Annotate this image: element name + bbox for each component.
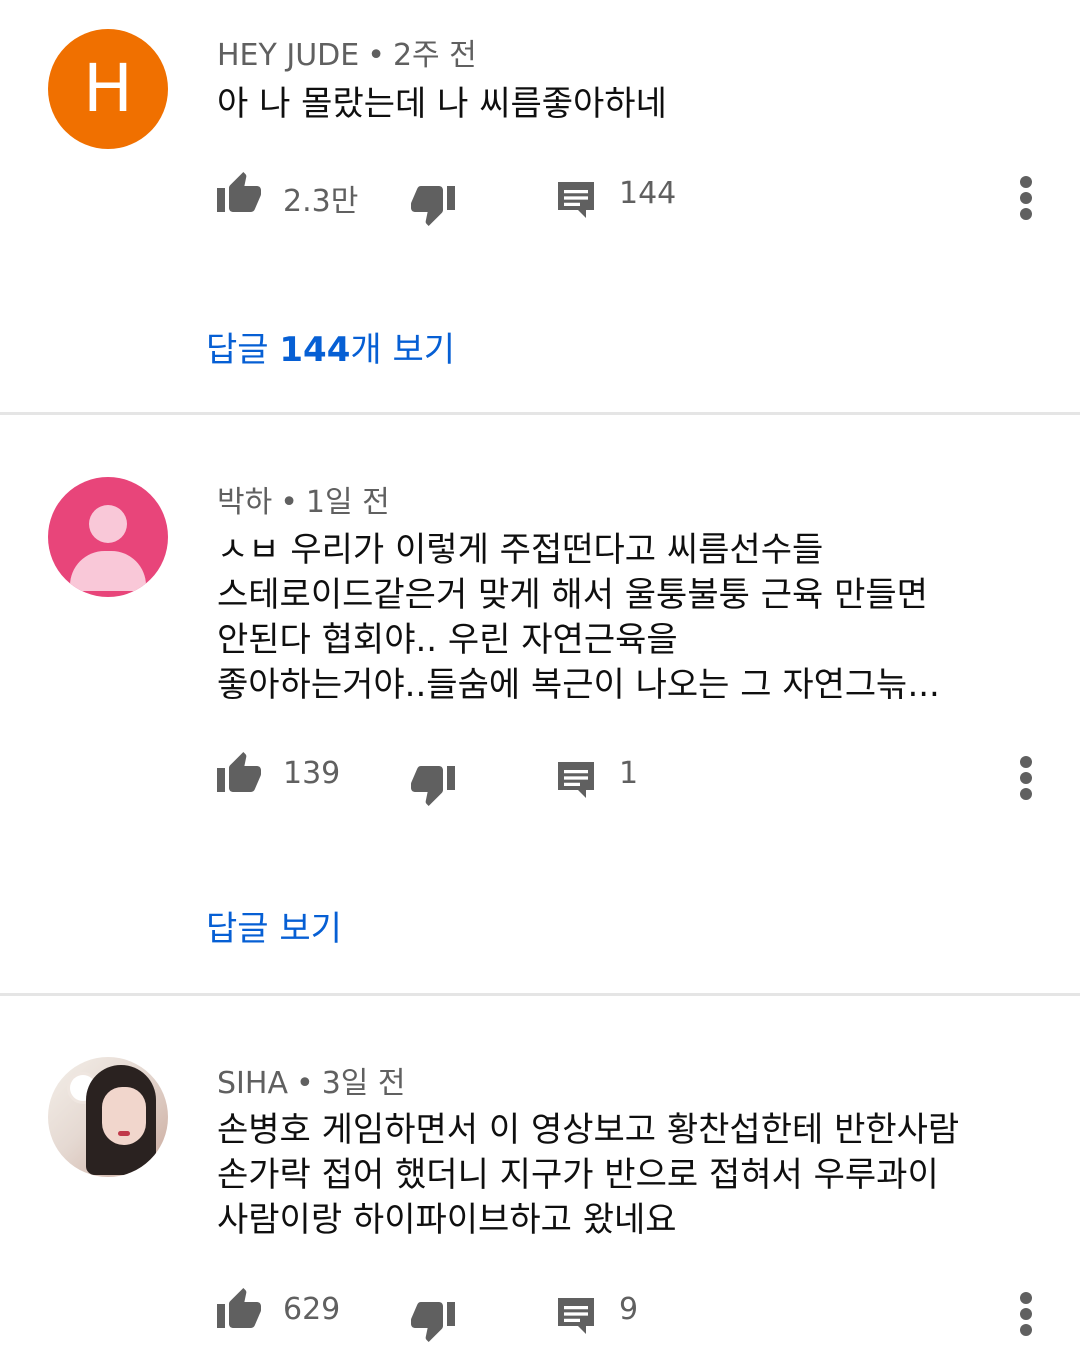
author-name[interactable]: 박하 [217, 485, 272, 520]
author-avatar[interactable]: H [48, 29, 168, 149]
thumb-up-icon[interactable] [215, 170, 263, 218]
view-replies-prefix: 답글 [206, 330, 280, 370]
avatar-body [70, 551, 146, 591]
thumb-down-icon[interactable] [409, 760, 457, 808]
view-replies-link[interactable]: 답글 144개 보기 [206, 322, 455, 371]
thumb-down-icon[interactable] [409, 1296, 457, 1344]
author-name[interactable]: SIHA [217, 1066, 288, 1101]
comment-actions: 629 9 [0, 1286, 1080, 1346]
reply-count: 9 [619, 1292, 639, 1327]
comment-meta: HEY JUDE • 2주 전 [217, 30, 477, 74]
comment-text: 손병호 게임하면서 이 영상보고 황찬섭한테 반한사람 손가락 접어 했더니 지… [217, 1110, 960, 1240]
more-vert-icon[interactable] [1012, 1290, 1040, 1338]
like-count: 139 [283, 756, 341, 791]
view-replies-count: 144 [279, 330, 351, 370]
divider [0, 993, 1080, 996]
comment-meta: SIHA • 3일 전 [217, 1058, 406, 1102]
more-vert-icon[interactable] [1012, 754, 1040, 802]
thumb-down-icon[interactable] [409, 180, 457, 228]
view-replies-link[interactable]: 답글 보기 [206, 901, 342, 950]
avatar-lips [118, 1131, 130, 1136]
comment-text: 아 나 몰랐는데 나 씨름좋아하네 [217, 84, 667, 124]
meta-separator: • [280, 485, 298, 520]
reply-count: 144 [619, 176, 677, 211]
author-name[interactable]: HEY JUDE [217, 38, 359, 73]
meta-separator: • [367, 38, 385, 73]
reply-icon[interactable] [554, 176, 602, 224]
like-count: 629 [283, 1292, 341, 1327]
comment-time[interactable]: 3일 전 [322, 1066, 406, 1101]
more-vert-icon[interactable] [1012, 174, 1040, 222]
meta-separator: • [295, 1066, 314, 1101]
comment-text: ㅅㅂ 우리가 이렇게 주접떤다고 씨름선수들 스테로이드같은거 맞게 해서 울퉁… [217, 530, 940, 705]
comment-time[interactable]: 2주 전 [393, 38, 477, 73]
avatar-face [102, 1087, 146, 1145]
view-replies-suffix: 개 보기 [350, 330, 456, 370]
reply-icon[interactable] [554, 1292, 602, 1340]
comment-time[interactable]: 1일 전 [306, 485, 390, 520]
divider [0, 412, 1080, 415]
like-count: 2.3만 [283, 184, 359, 219]
comment-actions: 2.3만 144 [0, 170, 1080, 230]
comment-actions: 139 1 [0, 750, 1080, 810]
reply-icon[interactable] [554, 756, 602, 804]
avatar-head [89, 505, 127, 543]
avatar-letter: H [83, 50, 133, 127]
author-avatar[interactable] [48, 477, 168, 597]
author-avatar[interactable] [48, 1057, 168, 1177]
thumb-up-icon[interactable] [215, 750, 263, 798]
reply-count: 1 [619, 756, 639, 791]
comment-meta: 박하 • 1일 전 [217, 477, 390, 521]
thumb-up-icon[interactable] [215, 1286, 263, 1334]
